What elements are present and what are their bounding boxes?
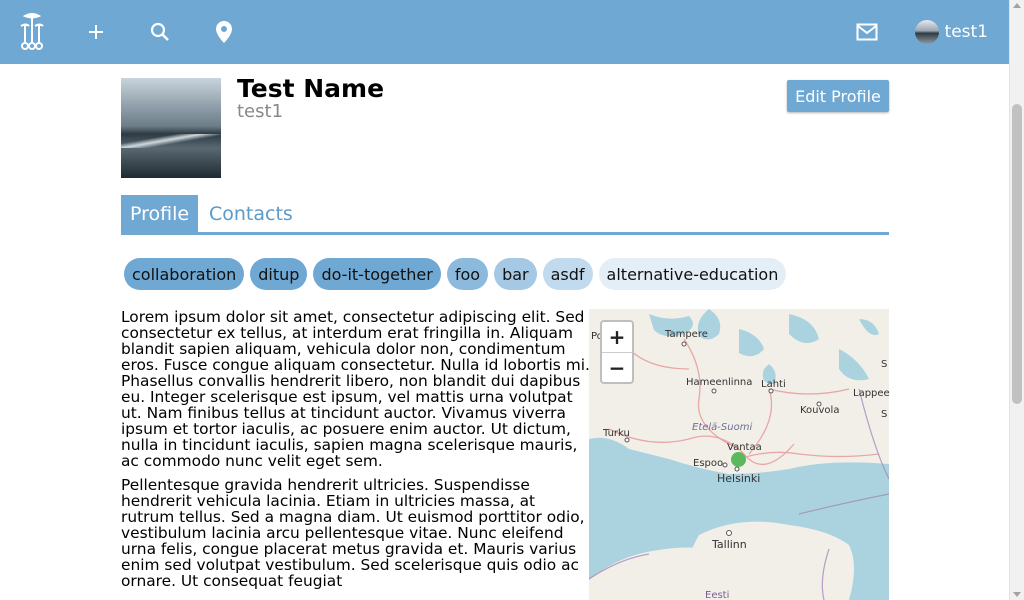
tag-item[interactable]: collaboration xyxy=(124,258,245,290)
scrollbar-thumb[interactable] xyxy=(1012,104,1022,404)
profile-name: Test Name xyxy=(237,74,385,103)
profile-tabs: Profile Contacts xyxy=(121,195,889,235)
profile-picture xyxy=(121,78,221,178)
page-scrollbar[interactable] xyxy=(1009,0,1024,600)
tag-item[interactable]: asdf xyxy=(542,258,593,290)
username-label: test1 xyxy=(944,22,988,42)
location-map[interactable]: Por Tampere Hameenlinna Lahti Kouvola La… xyxy=(589,309,889,600)
scroll-down-icon[interactable] xyxy=(1013,592,1021,597)
location-marker[interactable] xyxy=(731,452,746,467)
tag-item[interactable]: do-it-together xyxy=(313,258,441,290)
mail-icon[interactable] xyxy=(855,0,879,64)
zoom-in-button[interactable]: + xyxy=(602,322,632,353)
tag-item[interactable]: alternative-education xyxy=(598,258,787,290)
avatar xyxy=(914,20,939,44)
plus-icon[interactable] xyxy=(84,0,108,64)
top-navbar: test1 xyxy=(0,0,1010,64)
mushroom-logo-icon[interactable] xyxy=(14,0,50,64)
tag-item[interactable]: ditup xyxy=(250,258,308,290)
tab-contacts[interactable]: Contacts xyxy=(200,195,302,232)
tag-item[interactable]: foo xyxy=(446,258,489,290)
edit-profile-button[interactable]: Edit Profile xyxy=(787,80,889,112)
profile-description: Lorem ipsum dolor sit amet, consectetur … xyxy=(121,309,591,597)
search-icon[interactable] xyxy=(148,0,172,64)
location-pin-icon[interactable] xyxy=(212,0,236,64)
map-zoom-control: + − xyxy=(600,320,634,384)
profile-username: test1 xyxy=(237,101,284,122)
zoom-out-button[interactable]: − xyxy=(602,353,632,383)
user-menu[interactable]: test1 xyxy=(914,0,988,64)
scroll-up-icon[interactable] xyxy=(1013,3,1021,8)
tab-profile[interactable]: Profile xyxy=(121,195,199,232)
description-paragraph: Lorem ipsum dolor sit amet, consectetur … xyxy=(121,308,590,470)
description-paragraph: Pellentesque gravida hendrerit ultricies… xyxy=(121,476,585,590)
tag-list: collaboration ditup do-it-together foo b… xyxy=(124,258,787,290)
tag-item[interactable]: bar xyxy=(494,258,537,290)
